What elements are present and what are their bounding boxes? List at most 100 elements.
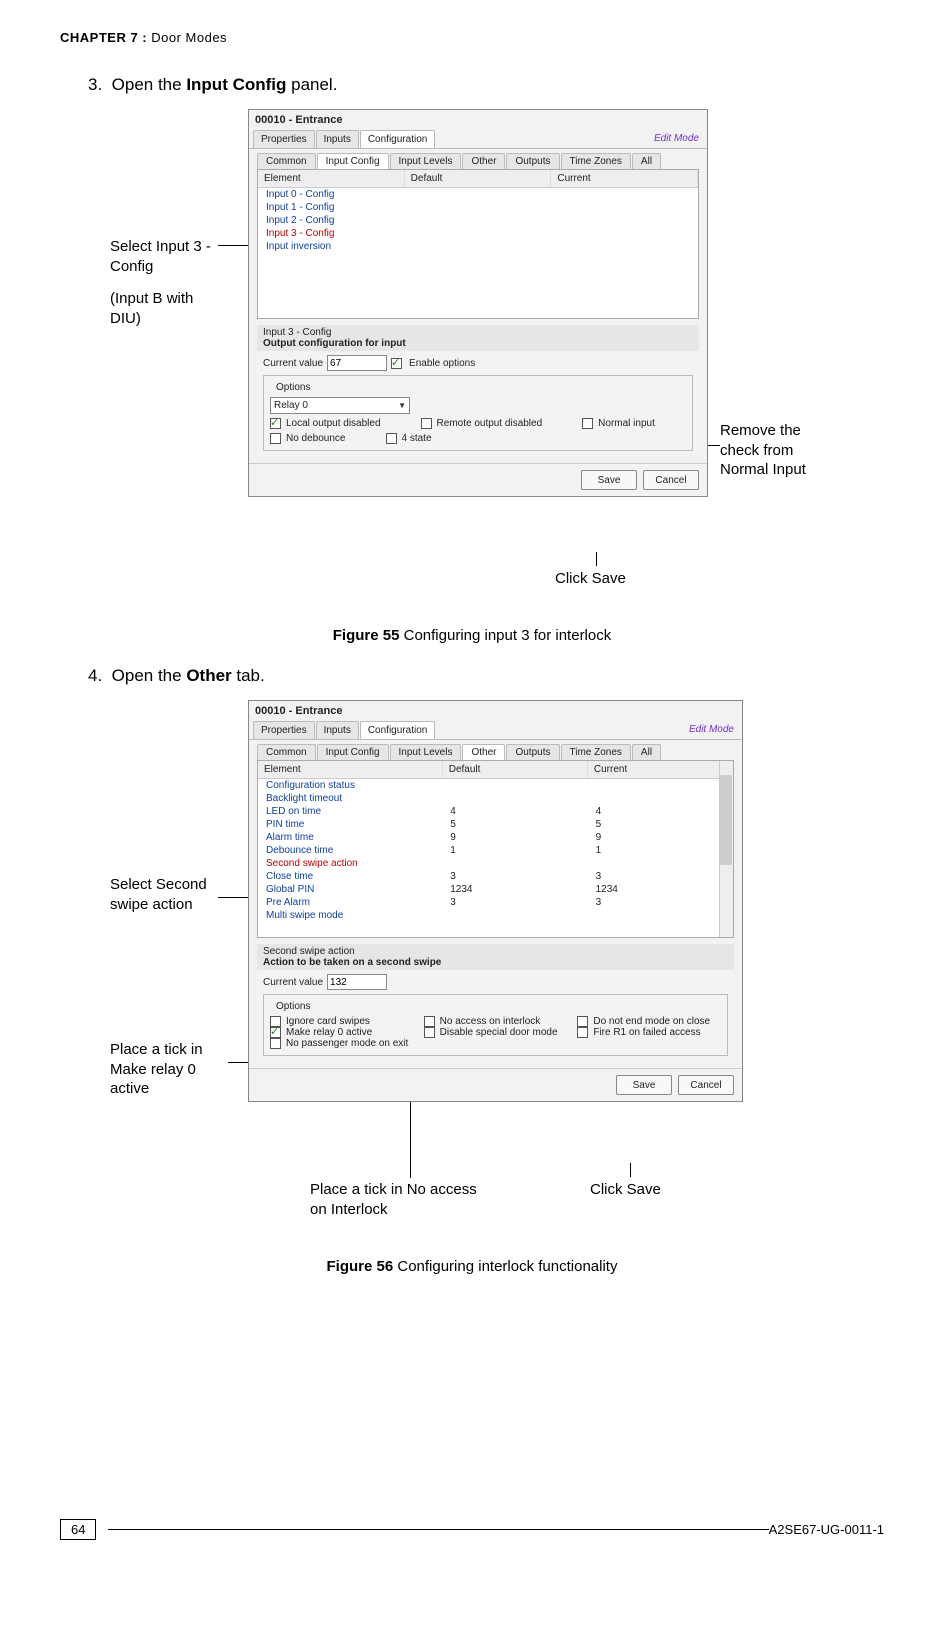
save-button[interactable]: Save [616,1075,672,1095]
table-row[interactable]: Input 2 - Config [258,214,698,227]
table-row-selected[interactable]: Input 3 - Config [258,227,698,240]
subtab-input-levels[interactable]: Input Levels [390,744,462,760]
current-value-label: Current value [263,358,323,369]
callout-click-save-2: Click Save [590,1180,661,1200]
detail-title: Second swipe action [263,946,728,957]
subtab-input-config[interactable]: Input Config [317,744,389,760]
table-row[interactable]: Alarm time99 [258,831,733,844]
table-row-selected[interactable]: Second swipe action [258,857,733,870]
chevron-down-icon: ▼ [398,401,406,410]
normal-input-checkbox[interactable] [582,418,593,429]
tab-inputs[interactable]: Inputs [316,130,359,148]
table-row[interactable]: Input 1 - Config [258,201,698,214]
callout-input-b: (Input B with DIU) [110,289,210,328]
callout-select-second-swipe: Select Second swipe action [110,875,220,914]
enable-options-checkbox[interactable] [391,358,402,369]
th-current: Current [588,761,733,778]
no-debounce-checkbox[interactable] [270,433,281,444]
tab-configuration[interactable]: Configuration [360,130,435,148]
relay-dropdown[interactable]: Relay 0▼ [270,397,410,414]
enable-options-label: Enable options [409,358,475,369]
config-table: Element Default Current Configuration st… [257,760,734,938]
subtab-bar: Common Input Config Input Levels Other O… [249,740,742,760]
figure-55: Select Input 3 - Config (Input B with DI… [60,109,884,609]
edit-mode-label: Edit Mode [685,721,738,739]
table-row[interactable]: Input inversion [258,240,698,253]
save-button[interactable]: Save [581,470,637,490]
no-passenger-checkbox[interactable] [270,1038,281,1049]
detail-subtitle: Action to be taken on a second swipe [263,957,728,968]
page-number: 64 [60,1519,96,1540]
table-row[interactable]: LED on time44 [258,805,733,818]
app-window-2: 00010 - Entrance Properties Inputs Confi… [248,700,743,1102]
cancel-button[interactable]: Cancel [678,1075,734,1095]
options-fieldset: Options Ignore card swipes Make relay 0 … [263,994,728,1056]
callout-make-relay0: Place a tick in Make relay 0 active [110,1040,230,1099]
do-not-end-checkbox[interactable] [577,1016,588,1027]
table-row[interactable]: Input 0 - Config [258,188,698,201]
tab-properties[interactable]: Properties [253,721,315,739]
subtab-time-zones[interactable]: Time Zones [561,153,631,169]
th-element: Element [258,761,443,778]
current-value-input[interactable] [327,355,387,371]
table-row[interactable]: Global PIN12341234 [258,883,733,896]
table-row[interactable]: PIN time55 [258,818,733,831]
figure-55-caption: Figure 55 Configuring input 3 for interl… [60,627,884,644]
window-title: 00010 - Entrance [249,701,742,721]
fire-r1-checkbox[interactable] [577,1027,588,1038]
cancel-button[interactable]: Cancel [643,470,699,490]
table-row[interactable]: Backlight timeout [258,792,733,805]
th-default: Default [443,761,588,778]
current-value-input[interactable] [327,974,387,990]
window-title: 00010 - Entrance [249,110,707,130]
remote-output-disabled-checkbox[interactable] [421,418,432,429]
figure-56: Select Second swipe action Place a tick … [60,700,884,1240]
subtab-common[interactable]: Common [257,153,316,169]
tab-inputs[interactable]: Inputs [316,721,359,739]
detail-panel: Input 3 - Config Output configuration fo… [257,325,699,455]
edit-mode-label: Edit Mode [650,130,703,148]
chapter-label: CHAPTER 7 : [60,30,147,45]
tab-properties[interactable]: Properties [253,130,315,148]
local-output-disabled-checkbox[interactable] [270,418,281,429]
app-window-1: 00010 - Entrance Properties Inputs Confi… [248,109,708,497]
table-row[interactable]: Configuration status [258,779,733,792]
subtab-outputs[interactable]: Outputs [506,744,559,760]
table-row[interactable]: Pre Alarm33 [258,896,733,909]
chapter-header: CHAPTER 7 : Door Modes [60,30,884,45]
subtab-outputs[interactable]: Outputs [506,153,559,169]
subtab-time-zones[interactable]: Time Zones [561,744,631,760]
subtab-other[interactable]: Other [462,153,505,169]
config-table: Element Default Current Input 0 - Config… [257,169,699,319]
callout-select-input3: Select Input 3 - Config [110,237,220,276]
options-fieldset: Options Relay 0▼ Local output disabled R… [263,375,693,451]
step-3: 3. Open the Input Config panel. [88,75,884,95]
subtab-input-config[interactable]: Input Config [317,153,389,169]
four-state-checkbox[interactable] [386,433,397,444]
subtab-all[interactable]: All [632,744,661,760]
detail-panel: Second swipe action Action to be taken o… [257,944,734,1060]
detail-subtitle: Output configuration for input [263,338,693,349]
table-row[interactable]: Multi swipe mode [258,909,733,922]
table-row[interactable]: Debounce time11 [258,844,733,857]
make-relay0-checkbox[interactable] [270,1027,281,1038]
figure-56-caption: Figure 56 Configuring interlock function… [60,1258,884,1275]
page-footer: 64 A2SE67-UG-0011-1 [0,1519,944,1540]
scrollbar[interactable] [719,761,733,937]
subtab-all[interactable]: All [632,153,661,169]
no-access-interlock-checkbox[interactable] [424,1016,435,1027]
subtab-other[interactable]: Other [462,744,505,760]
button-bar: Save Cancel [249,463,707,496]
tab-bar: Properties Inputs Configuration Edit Mod… [249,721,742,740]
disable-special-checkbox[interactable] [424,1027,435,1038]
subtab-common[interactable]: Common [257,744,316,760]
callout-no-access: Place a tick in No access on Interlock [310,1180,480,1219]
subtab-input-levels[interactable]: Input Levels [390,153,462,169]
callout-click-save-1: Click Save [555,569,626,589]
tab-configuration[interactable]: Configuration [360,721,435,739]
th-element: Element [258,170,405,187]
scroll-thumb[interactable] [720,775,732,865]
table-row[interactable]: Close time33 [258,870,733,883]
step-4: 4. Open the Other tab. [88,666,884,686]
document-id: A2SE67-UG-0011-1 [769,1522,884,1537]
